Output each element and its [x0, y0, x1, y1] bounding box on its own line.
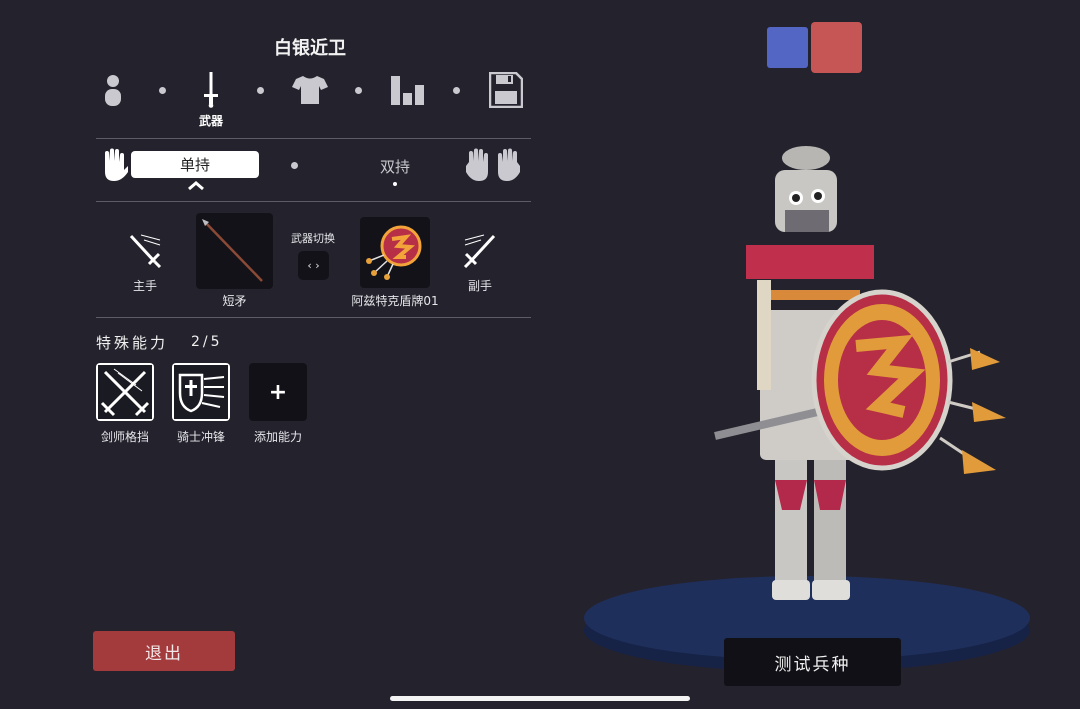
team-red-swatch[interactable]	[811, 22, 862, 73]
single-hand-icon	[105, 148, 128, 181]
two-hands-icon	[466, 148, 520, 181]
single-grip-button[interactable]: 单持	[131, 151, 259, 178]
unit-name: 白银近卫	[274, 38, 346, 59]
dual-grip-indicator	[393, 182, 397, 186]
step-body[interactable]	[93, 70, 133, 110]
unit-preview	[584, 146, 1030, 672]
grip-separator	[291, 162, 298, 169]
ability-name-3: 添加能力	[253, 430, 302, 444]
step-separator	[257, 87, 264, 94]
chevron-up-icon	[188, 181, 204, 191]
ability-name-2: 骑士冲锋	[176, 430, 225, 444]
person-icon	[105, 75, 121, 106]
home-indicator	[390, 696, 690, 701]
floppy-disk-icon	[489, 72, 523, 108]
main-weapon-name: 短矛	[222, 294, 247, 308]
divider	[96, 201, 531, 202]
main-weapon-slot[interactable]	[196, 213, 273, 289]
abilities-count: 2/5	[191, 334, 223, 350]
crossed-swords-icon	[98, 365, 152, 419]
off-weapon-name: 阿兹特克盾牌01	[351, 294, 439, 308]
divider	[96, 317, 531, 318]
step-separator	[159, 87, 166, 94]
ability-slot-1[interactable]	[96, 363, 154, 421]
knight-shield-icon	[174, 365, 228, 419]
off-hand-label: 副手	[467, 279, 492, 293]
ability-name-1: 剑师格挡	[100, 430, 149, 444]
abilities-title: 特殊能力	[96, 334, 169, 352]
off-weapon-slot[interactable]	[360, 217, 430, 288]
exit-button[interactable]: 退出	[93, 631, 235, 671]
aztec-shield-icon	[366, 225, 422, 280]
sword-icon	[204, 72, 218, 108]
test-unit-button[interactable]: 测试兵种	[724, 638, 901, 686]
aztec-shield	[811, 289, 1006, 474]
off-hand-sword-icon	[463, 234, 496, 268]
main-hand-sword-icon	[129, 234, 162, 268]
step-weapon-label: 武器	[198, 114, 223, 128]
team-blue-swatch[interactable]	[767, 27, 808, 68]
bar-chart-icon	[391, 76, 424, 105]
main-hand-label: 主手	[132, 279, 157, 293]
swap-weapons-button[interactable]: ‹ ›	[298, 251, 329, 280]
short-spear-icon	[202, 219, 263, 282]
add-ability-button[interactable]: +	[249, 363, 307, 421]
step-stats[interactable]	[388, 70, 428, 110]
shirt-icon	[292, 76, 328, 104]
dual-grip-button[interactable]: 双持	[365, 156, 425, 177]
step-weapon[interactable]	[191, 70, 231, 110]
step-separator	[355, 87, 362, 94]
swap-label: 武器切换	[291, 232, 335, 245]
divider	[96, 138, 531, 139]
ability-slot-2[interactable]	[172, 363, 230, 421]
step-clothing[interactable]	[290, 70, 330, 110]
step-separator	[453, 87, 460, 94]
step-save[interactable]	[486, 70, 526, 110]
